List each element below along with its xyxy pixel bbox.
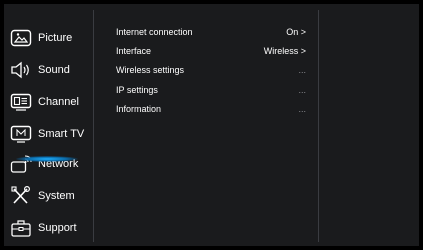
- speaker-icon: [10, 60, 32, 80]
- tools-icon: [10, 186, 32, 206]
- menu-item-internet-connection[interactable]: Internet connection On >: [116, 23, 306, 41]
- sidebar-item-label: System: [38, 190, 75, 202]
- menu-item-label: Interface: [116, 46, 152, 56]
- menu-item-value: ...: [298, 104, 306, 114]
- sidebar-item-network[interactable]: Network: [10, 150, 92, 178]
- menu-item-label: Information: [116, 104, 162, 114]
- sidebar-item-label: Smart TV: [38, 128, 85, 140]
- menu-item-value: ...: [298, 85, 306, 95]
- sidebar-item-label: Picture: [38, 32, 73, 44]
- sidebar-item-label: Sound: [38, 64, 70, 76]
- selection-highlight: [16, 156, 78, 162]
- toolbox-icon: [10, 218, 32, 238]
- sidebar-item-picture[interactable]: Picture: [10, 24, 92, 52]
- sidebar-item-label: Channel: [38, 96, 79, 108]
- channel-icon: [10, 92, 32, 112]
- sidebar-item-sound[interactable]: Sound: [10, 56, 92, 84]
- menu-item-ip-settings[interactable]: IP settings ...: [116, 81, 306, 99]
- menu-item-interface[interactable]: Interface Wireless >: [116, 42, 306, 60]
- panel-divider: [318, 10, 319, 242]
- sidebar-item-smart-tv[interactable]: Smart TV: [10, 120, 92, 148]
- menu-item-label: IP settings: [116, 85, 158, 95]
- menu-item-information[interactable]: Information ...: [116, 100, 306, 118]
- menu-item-value: ...: [298, 65, 306, 75]
- sidebar-item-support[interactable]: Support: [10, 214, 92, 242]
- sidebar-item-system[interactable]: System: [10, 182, 92, 210]
- menu-item-value: Wireless >: [263, 46, 306, 56]
- menu-item-label: Internet connection: [116, 27, 193, 37]
- menu-item-value: On >: [286, 27, 306, 37]
- picture-icon: [10, 28, 32, 48]
- settings-screen: Picture Sound Channel Smart TV Network S…: [4, 4, 419, 246]
- sidebar-item-label: Support: [38, 222, 77, 234]
- smart-tv-icon: [10, 124, 32, 144]
- settings-sidebar: Picture Sound Channel Smart TV Network S…: [4, 4, 92, 246]
- menu-item-label: Wireless settings: [116, 65, 185, 75]
- menu-item-wireless-settings[interactable]: Wireless settings ...: [116, 61, 306, 79]
- sidebar-divider: [93, 10, 94, 242]
- sidebar-item-channel[interactable]: Channel: [10, 88, 92, 116]
